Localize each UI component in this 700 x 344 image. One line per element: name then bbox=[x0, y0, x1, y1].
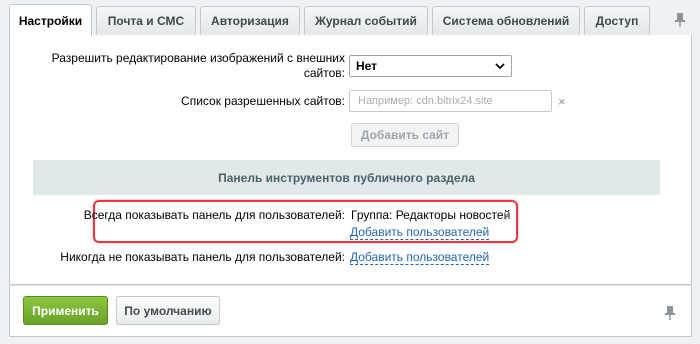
always-show-group: Группа: Редакторы новостей bbox=[351, 208, 511, 222]
allowed-sites-label: Список разрешенных сайтов: bbox=[181, 94, 345, 108]
tab-event-log[interactable]: Журнал событий bbox=[304, 6, 428, 35]
chevron-down-icon bbox=[495, 63, 505, 70]
never-show-add-users-link[interactable]: Добавить пользователей bbox=[350, 251, 490, 265]
image-editing-select[interactable]: Нет bbox=[349, 55, 512, 77]
tab-update-system[interactable]: Система обновлений bbox=[432, 6, 580, 35]
close-icon[interactable]: × bbox=[503, 209, 511, 222]
footer-bar bbox=[9, 285, 692, 337]
apply-button[interactable]: Применить bbox=[23, 296, 108, 325]
tab-authorization[interactable]: Авторизация bbox=[200, 6, 300, 35]
tab-settings[interactable]: Настройки bbox=[9, 4, 92, 36]
pin-icon[interactable] bbox=[673, 12, 687, 28]
image-editing-value: Нет bbox=[356, 59, 378, 73]
always-show-add-users-link[interactable]: Добавить пользователей bbox=[350, 226, 490, 240]
always-show-label: Всегда показывать панель для пользовател… bbox=[83, 208, 345, 222]
add-site-button[interactable]: Добавить сайт bbox=[351, 123, 459, 147]
pin-icon[interactable] bbox=[663, 305, 677, 321]
tab-mail-sms[interactable]: Почта и СМС bbox=[96, 6, 196, 35]
close-icon[interactable]: × bbox=[558, 95, 566, 108]
allowed-sites-input[interactable]: Например: cdn.bitrix24.site bbox=[349, 90, 552, 112]
image-editing-label: Разрешить редактирование изображений с в… bbox=[51, 51, 345, 80]
never-show-label: Никогда не показывать панель для пользов… bbox=[60, 250, 345, 264]
section-header: Панель инструментов публичного раздела bbox=[33, 160, 660, 195]
tab-access[interactable]: Доступ bbox=[584, 6, 650, 35]
default-button[interactable]: По умолчанию bbox=[116, 296, 220, 325]
tab-bar: Настройки Почта и СМС Авторизация Журнал… bbox=[0, 0, 700, 36]
